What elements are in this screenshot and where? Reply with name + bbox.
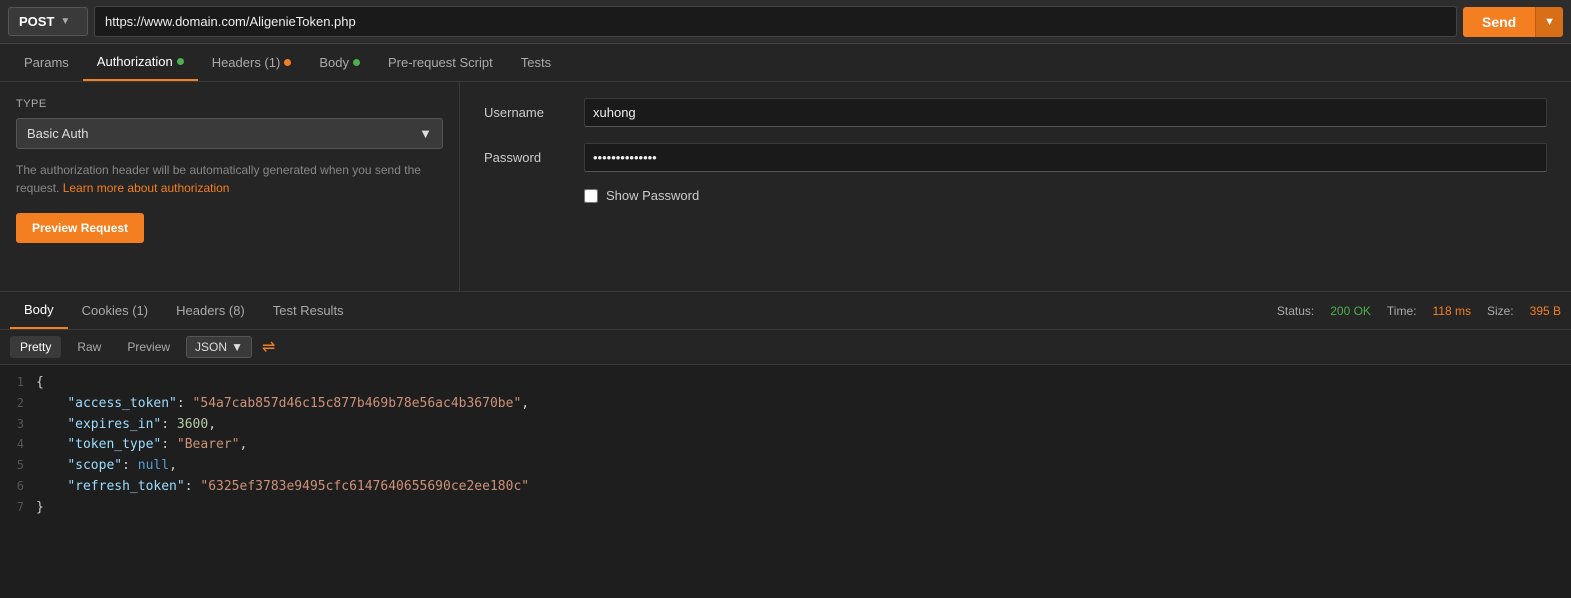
auth-left: TYPE Basic Auth ▼ The authorization head… <box>0 82 460 291</box>
code-line-4: 4 "token_type": "Bearer", <box>0 435 1571 456</box>
tab-pre-request[interactable]: Pre-request Script <box>374 45 507 80</box>
send-group: Send ▼ <box>1463 7 1563 37</box>
send-dropdown-button[interactable]: ▼ <box>1535 7 1563 37</box>
tab-headers[interactable]: Headers (1) <box>198 45 306 80</box>
password-row: Password <box>484 143 1547 172</box>
size-value: 395 B <box>1530 304 1561 318</box>
auth-panel: TYPE Basic Auth ▼ The authorization head… <box>0 82 1571 292</box>
response-status: Status: 200 OK Time: 118 ms Size: 395 B <box>1277 304 1561 318</box>
code-line-7: 7 } <box>0 498 1571 519</box>
raw-button[interactable]: Raw <box>67 336 111 358</box>
show-password-row: Show Password <box>584 188 1547 203</box>
method-label: POST <box>19 14 54 29</box>
headers-dot <box>284 59 291 66</box>
username-row: Username <box>484 98 1547 127</box>
auth-type-select[interactable]: Basic Auth ▼ <box>16 118 443 149</box>
code-line-5: 5 "scope": null, <box>0 456 1571 477</box>
request-tabs: Params Authorization Headers (1) Body Pr… <box>0 44 1571 82</box>
preview-request-button[interactable]: Preview Request <box>16 213 144 243</box>
tab-body[interactable]: Body <box>305 45 374 80</box>
tab-tests[interactable]: Tests <box>507 45 565 80</box>
authorization-dot <box>177 58 184 65</box>
pretty-button[interactable]: Pretty <box>10 336 61 358</box>
time-value: 118 ms <box>1432 304 1470 318</box>
username-label: Username <box>484 105 584 120</box>
code-area: 1 { 2 "access_token": "54a7cab857d46c15c… <box>0 365 1571 527</box>
resp-tab-cookies[interactable]: Cookies (1) <box>68 293 162 328</box>
status-value: 200 OK <box>1330 304 1371 318</box>
size-label: Size: <box>1487 304 1514 318</box>
tab-params[interactable]: Params <box>10 45 83 80</box>
auth-type-arrow-icon: ▼ <box>419 126 432 141</box>
format-arrow-icon: ▼ <box>231 340 243 354</box>
auth-description: The authorization header will be automat… <box>16 161 443 197</box>
method-arrow-icon: ▼ <box>60 16 70 27</box>
code-line-3: 3 "expires_in": 3600, <box>0 415 1571 436</box>
code-line-6: 6 "refresh_token": "6325ef3783e9495cfc61… <box>0 477 1571 498</box>
show-password-label: Show Password <box>606 188 699 203</box>
password-input[interactable] <box>584 143 1547 172</box>
resp-tab-headers[interactable]: Headers (8) <box>162 293 259 328</box>
code-toolbar: Pretty Raw Preview JSON ▼ ⇌ <box>0 330 1571 365</box>
resp-tab-test-results[interactable]: Test Results <box>259 293 358 328</box>
url-bar: POST ▼ Send ▼ <box>0 0 1571 44</box>
wrap-icon[interactable]: ⇌ <box>262 337 275 357</box>
auth-right: Username Password Show Password <box>460 82 1571 291</box>
resp-tab-body[interactable]: Body <box>10 292 68 329</box>
time-label: Time: <box>1387 304 1417 318</box>
username-input[interactable] <box>584 98 1547 127</box>
password-label: Password <box>484 150 584 165</box>
code-line-1: 1 { <box>0 373 1571 394</box>
body-dot <box>353 59 360 66</box>
learn-more-link[interactable]: Learn more about authorization <box>63 181 230 195</box>
send-button[interactable]: Send <box>1463 7 1535 37</box>
status-label: Status: <box>1277 304 1314 318</box>
tab-authorization[interactable]: Authorization <box>83 44 198 81</box>
response-section: Body Cookies (1) Headers (8) Test Result… <box>0 292 1571 527</box>
response-tabs-bar: Body Cookies (1) Headers (8) Test Result… <box>0 292 1571 330</box>
preview-button[interactable]: Preview <box>117 336 180 358</box>
method-select[interactable]: POST ▼ <box>8 7 88 36</box>
url-input[interactable] <box>94 6 1457 37</box>
show-password-checkbox[interactable] <box>584 189 598 203</box>
code-line-2: 2 "access_token": "54a7cab857d46c15c877b… <box>0 394 1571 415</box>
type-label: TYPE <box>16 98 443 110</box>
response-tabs: Body Cookies (1) Headers (8) Test Result… <box>10 292 358 329</box>
format-select[interactable]: JSON ▼ <box>186 336 252 358</box>
